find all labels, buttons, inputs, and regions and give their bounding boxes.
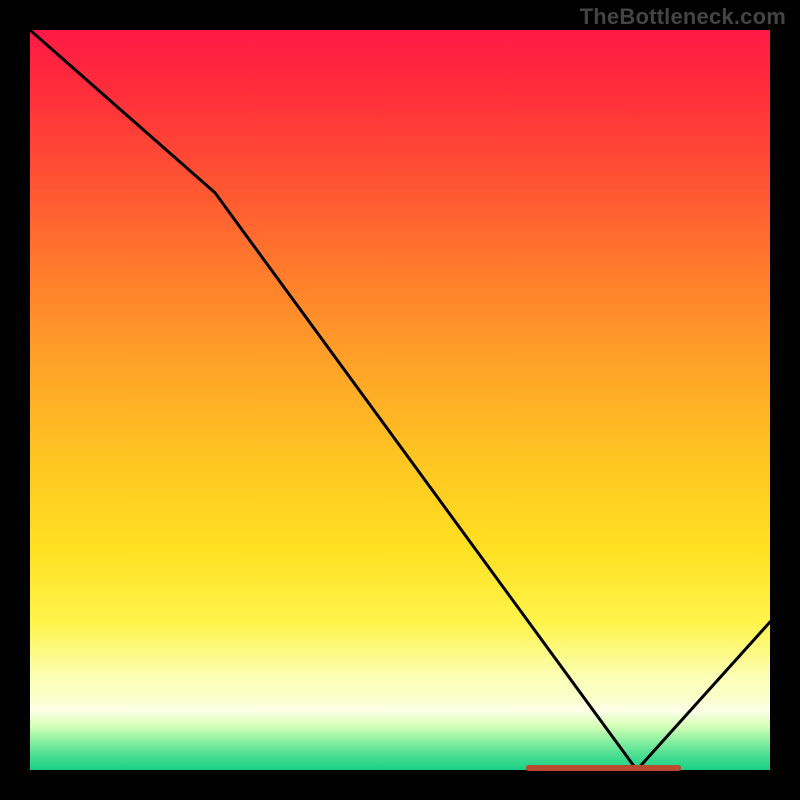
watermark-text: TheBottleneck.com <box>580 4 786 30</box>
chart-overlay <box>30 30 770 770</box>
curve-line <box>30 30 770 770</box>
highlight-bar <box>526 765 681 771</box>
chart-frame: TheBottleneck.com <box>0 0 800 800</box>
